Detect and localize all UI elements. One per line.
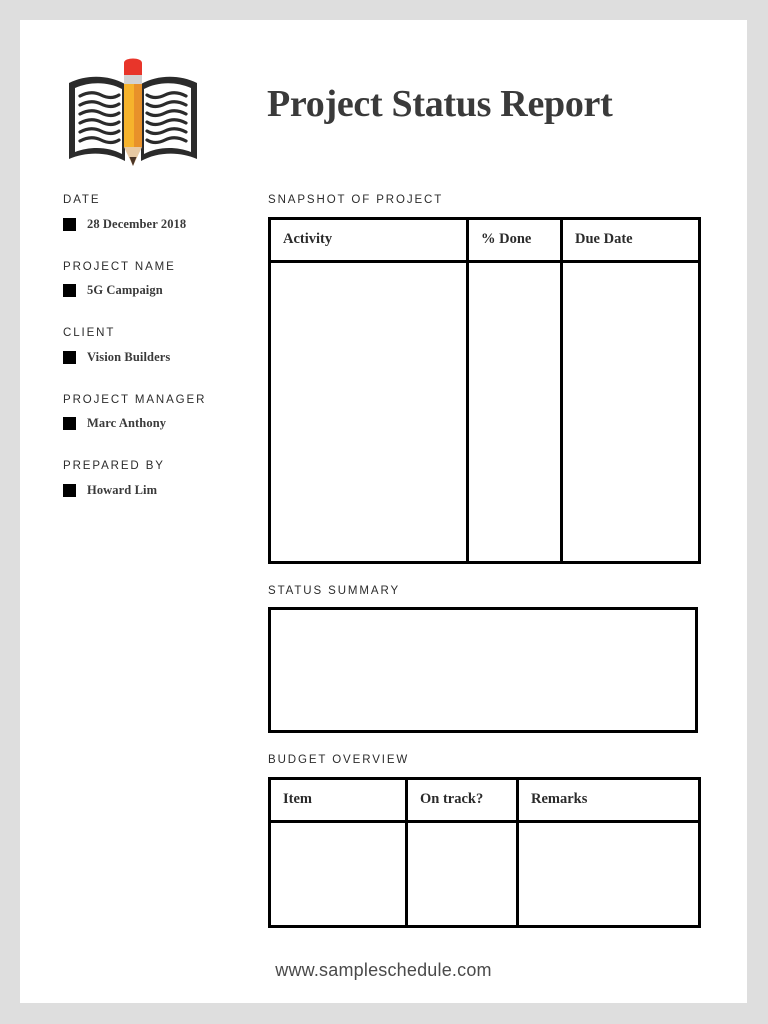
budget-section-label: BUDGET OVERVIEW bbox=[268, 754, 410, 766]
snapshot-cell-due-date[interactable] bbox=[560, 259, 701, 564]
field-project-name-value[interactable]: 5G Campaign bbox=[87, 284, 163, 297]
snapshot-column-percent-done: % Done bbox=[466, 216, 563, 263]
budget-table: Item On track? Remarks bbox=[268, 776, 701, 928]
book-with-pencil-logo bbox=[63, 55, 203, 173]
budget-header-row: Item On track? Remarks bbox=[268, 776, 701, 823]
field-project-name: PROJECT NAME 5G Campaign bbox=[63, 260, 263, 297]
field-prepared-by-value[interactable]: Howard Lim bbox=[87, 484, 157, 497]
field-date-label: DATE bbox=[63, 194, 101, 206]
budget-body-row bbox=[268, 819, 701, 928]
budget-column-on-track: On track? bbox=[405, 776, 519, 823]
snapshot-column-activity: Activity bbox=[268, 216, 469, 263]
field-client-value-row: Vision Builders bbox=[63, 350, 263, 364]
field-prepared-by: PREPARED BY Howard Lim bbox=[63, 460, 263, 497]
field-project-manager-value[interactable]: Marc Anthony bbox=[87, 417, 166, 430]
budget-column-remarks: Remarks bbox=[516, 776, 701, 823]
field-prepared-by-label: PREPARED BY bbox=[63, 460, 165, 472]
field-date-value[interactable]: 28 December 2018 bbox=[87, 218, 186, 231]
snapshot-table: Activity % Done Due Date bbox=[268, 216, 701, 564]
section-snapshot-of-project: SNAPSHOT OF PROJECT Activity % Done Due … bbox=[268, 194, 701, 564]
budget-cell-remarks[interactable] bbox=[516, 819, 701, 928]
field-project-manager: PROJECT MANAGER Marc Anthony bbox=[63, 393, 263, 430]
snapshot-column-due-date: Due Date bbox=[560, 216, 701, 263]
black-square-bullet-icon bbox=[63, 417, 76, 430]
black-square-bullet-icon bbox=[63, 217, 76, 231]
field-date: DATE 28 December 2018 bbox=[63, 194, 263, 231]
project-info-sidebar: DATE 28 December 2018 PROJECT NAME 5G Ca… bbox=[63, 194, 263, 528]
snapshot-cell-percent-done[interactable] bbox=[466, 259, 563, 564]
snapshot-cell-activity[interactable] bbox=[268, 259, 469, 564]
field-project-name-label: PROJECT NAME bbox=[63, 260, 176, 273]
budget-column-item: Item bbox=[268, 776, 408, 823]
field-client: CLIENT Vision Builders bbox=[63, 327, 263, 364]
field-client-value[interactable]: Vision Builders bbox=[87, 351, 170, 364]
field-prepared-by-value-row: Howard Lim bbox=[63, 483, 263, 497]
field-project-manager-label: PROJECT MANAGER bbox=[63, 393, 207, 406]
section-status-summary: STATUS SUMMARY bbox=[268, 584, 698, 733]
black-square-bullet-icon bbox=[63, 483, 76, 497]
page-title: Project Status Report bbox=[267, 83, 613, 125]
section-budget-overview: BUDGET OVERVIEW Item On track? Remarks bbox=[268, 754, 701, 928]
black-square-bullet-icon bbox=[63, 284, 76, 297]
field-client-label: CLIENT bbox=[63, 327, 116, 339]
main-content-column: SNAPSHOT OF PROJECT Activity % Done Due … bbox=[268, 194, 701, 928]
field-project-manager-value-row: Marc Anthony bbox=[63, 417, 263, 430]
snapshot-header-row: Activity % Done Due Date bbox=[268, 216, 701, 263]
document-header: Project Status Report bbox=[20, 20, 747, 190]
budget-cell-on-track[interactable] bbox=[405, 819, 519, 928]
document-page: Project Status Report DATE 28 December 2… bbox=[20, 20, 747, 1003]
field-project-name-value-row: 5G Campaign bbox=[63, 284, 263, 297]
black-square-bullet-icon bbox=[63, 350, 76, 364]
budget-cell-item[interactable] bbox=[268, 819, 408, 928]
snapshot-body-row bbox=[268, 259, 701, 564]
status-summary-section-label: STATUS SUMMARY bbox=[268, 584, 401, 597]
status-summary-textbox[interactable] bbox=[268, 607, 698, 733]
field-date-value-row: 28 December 2018 bbox=[63, 217, 263, 231]
snapshot-section-label: SNAPSHOT OF PROJECT bbox=[268, 194, 444, 206]
footer-website-url[interactable]: www.sampleschedule.com bbox=[20, 960, 747, 981]
